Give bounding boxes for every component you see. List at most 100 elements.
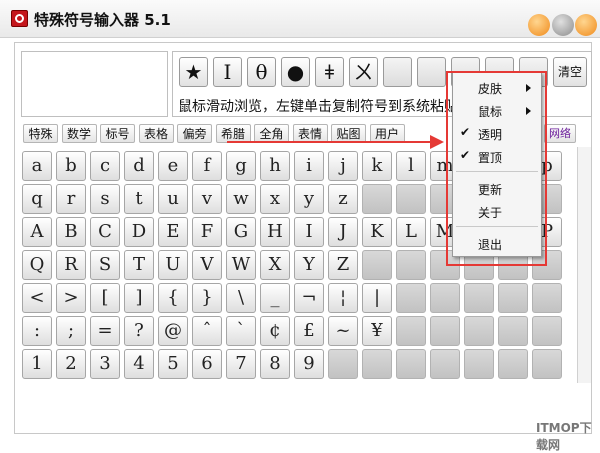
empty-symbol-key[interactable] xyxy=(430,349,460,379)
symbol-key[interactable]: Y xyxy=(294,250,324,280)
empty-symbol-key[interactable] xyxy=(464,283,494,313)
symbol-key[interactable]: R xyxy=(56,250,86,280)
symbol-key[interactable]: 1 xyxy=(22,349,52,379)
symbol-key[interactable]: | xyxy=(362,283,392,313)
symbol-key[interactable]: Q xyxy=(22,250,52,280)
symbol-key[interactable]: x xyxy=(260,184,290,214)
symbol-key[interactable]: { xyxy=(158,283,188,313)
symbol-key[interactable]: ~ xyxy=(328,316,358,346)
symbol-key[interactable]: V xyxy=(192,250,222,280)
symbol-key[interactable]: ] xyxy=(124,283,154,313)
maximize-button[interactable] xyxy=(552,14,574,36)
quick-symbol-key[interactable]: ● xyxy=(281,57,310,87)
quick-symbol-key[interactable]: ★ xyxy=(179,57,208,87)
quick-symbol-key[interactable] xyxy=(417,57,446,87)
empty-symbol-key[interactable] xyxy=(396,250,426,280)
symbol-key[interactable]: Z xyxy=(328,250,358,280)
symbol-key[interactable]: s xyxy=(90,184,120,214)
empty-symbol-key[interactable] xyxy=(430,316,460,346)
symbol-key[interactable]: 3 xyxy=(90,349,120,379)
quick-symbol-key[interactable]: I xyxy=(213,57,242,87)
symbol-key[interactable]: e xyxy=(158,151,188,181)
symbol-key[interactable]: = xyxy=(90,316,120,346)
tab-1[interactable]: 数学 xyxy=(61,124,97,143)
symbol-key[interactable]: _ xyxy=(260,283,290,313)
symbol-key[interactable]: q xyxy=(22,184,52,214)
symbol-key[interactable]: I xyxy=(294,217,324,247)
symbol-key[interactable]: K xyxy=(362,217,392,247)
symbol-key[interactable]: J xyxy=(328,217,358,247)
empty-symbol-key[interactable] xyxy=(532,316,562,346)
close-button[interactable] xyxy=(575,14,597,36)
symbol-key[interactable]: ˆ xyxy=(192,316,222,346)
symbol-key[interactable]: 7 xyxy=(226,349,256,379)
symbol-key[interactable]: ˋ xyxy=(226,316,256,346)
tab-0[interactable]: 特殊 xyxy=(23,124,58,143)
symbol-key[interactable]: l xyxy=(396,151,426,181)
symbol-key[interactable]: u xyxy=(158,184,188,214)
empty-symbol-key[interactable] xyxy=(464,316,494,346)
symbol-key[interactable]: 6 xyxy=(192,349,222,379)
symbol-key[interactable]: b xyxy=(56,151,86,181)
quick-symbol-key[interactable] xyxy=(383,57,412,87)
empty-symbol-key[interactable] xyxy=(498,283,528,313)
symbol-key[interactable]: L xyxy=(396,217,426,247)
symbol-key[interactable]: D xyxy=(124,217,154,247)
symbol-key[interactable]: S xyxy=(90,250,120,280)
symbol-key[interactable]: : xyxy=(22,316,52,346)
symbol-key[interactable]: w xyxy=(226,184,256,214)
empty-symbol-key[interactable] xyxy=(396,349,426,379)
symbol-key[interactable]: < xyxy=(22,283,52,313)
symbol-key[interactable]: H xyxy=(260,217,290,247)
quick-symbol-key[interactable]: θ xyxy=(247,57,276,87)
symbol-key[interactable]: y xyxy=(294,184,324,214)
symbol-key[interactable]: g xyxy=(226,151,256,181)
symbol-key[interactable]: [ xyxy=(90,283,120,313)
empty-symbol-key[interactable] xyxy=(362,184,392,214)
symbol-key[interactable]: ¦ xyxy=(328,283,358,313)
symbol-key[interactable]: d xyxy=(124,151,154,181)
tab-3[interactable]: 表格 xyxy=(138,124,174,143)
symbol-key[interactable]: a xyxy=(22,151,52,181)
quick-symbol-key[interactable]: ㄨ xyxy=(349,57,378,87)
symbol-key[interactable]: £ xyxy=(294,316,324,346)
empty-symbol-key[interactable] xyxy=(396,316,426,346)
symbol-key[interactable]: ¬ xyxy=(294,283,324,313)
symbol-key[interactable]: r xyxy=(56,184,86,214)
symbol-key[interactable]: E xyxy=(158,217,188,247)
symbol-key[interactable]: ? xyxy=(124,316,154,346)
clear-button[interactable]: 清空 xyxy=(553,57,587,87)
empty-symbol-key[interactable] xyxy=(396,283,426,313)
symbol-key[interactable]: G xyxy=(226,217,256,247)
tab-extra[interactable]: 网络 xyxy=(544,124,576,143)
symbol-key[interactable]: v xyxy=(192,184,222,214)
symbol-key[interactable]: F xyxy=(192,217,222,247)
symbol-key[interactable]: z xyxy=(328,184,358,214)
symbol-key[interactable]: j xyxy=(328,151,358,181)
symbol-key[interactable]: @ xyxy=(158,316,188,346)
empty-symbol-key[interactable] xyxy=(498,316,528,346)
symbol-key[interactable]: c xyxy=(90,151,120,181)
empty-symbol-key[interactable] xyxy=(464,349,494,379)
minimize-button[interactable] xyxy=(528,14,550,36)
symbol-key[interactable]: W xyxy=(226,250,256,280)
symbol-key[interactable]: t xyxy=(124,184,154,214)
symbol-key[interactable]: } xyxy=(192,283,222,313)
symbol-key[interactable]: h xyxy=(260,151,290,181)
symbol-key[interactable]: \ xyxy=(226,283,256,313)
symbol-key[interactable]: ¥ xyxy=(362,316,392,346)
empty-symbol-key[interactable] xyxy=(532,349,562,379)
scrollbar[interactable] xyxy=(577,147,591,383)
symbol-key[interactable]: > xyxy=(56,283,86,313)
tab-2[interactable]: 标号 xyxy=(100,124,135,143)
empty-symbol-key[interactable] xyxy=(498,349,528,379)
tab-4[interactable]: 偏旁 xyxy=(177,124,212,143)
symbol-key[interactable]: i xyxy=(294,151,324,181)
symbol-key[interactable]: k xyxy=(362,151,392,181)
empty-symbol-key[interactable] xyxy=(362,349,392,379)
symbol-key[interactable]: 2 xyxy=(56,349,86,379)
symbol-key[interactable]: T xyxy=(124,250,154,280)
symbol-key[interactable]: U xyxy=(158,250,188,280)
empty-symbol-key[interactable] xyxy=(532,283,562,313)
symbol-key[interactable]: 8 xyxy=(260,349,290,379)
